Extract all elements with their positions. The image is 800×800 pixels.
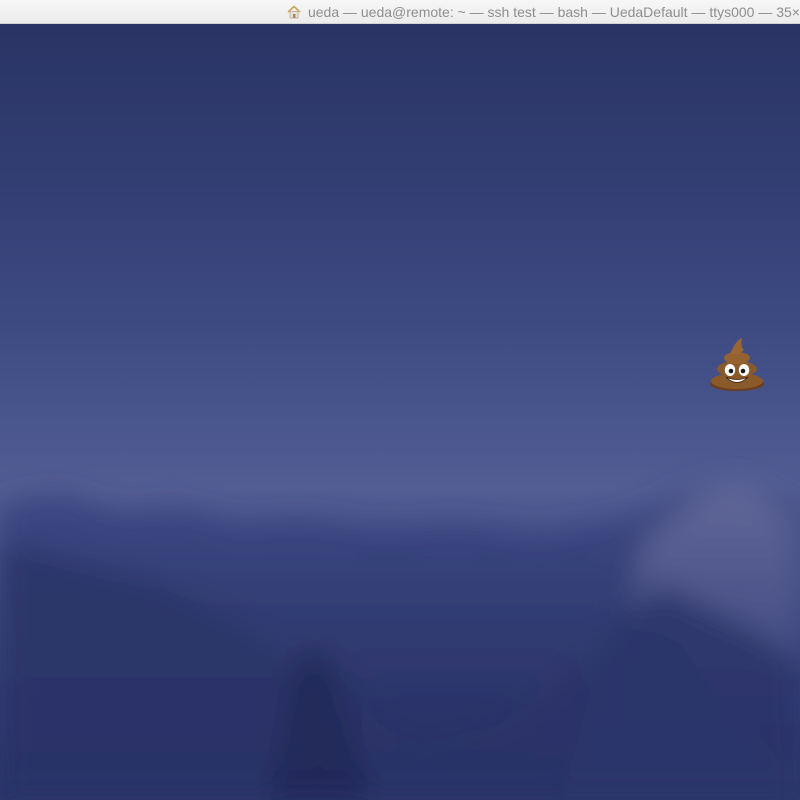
window-titlebar[interactable]: ueda — ueda@remote: ~ — ssh test — bash …	[0, 0, 800, 24]
terminal-content[interactable]	[0, 24, 800, 800]
terminal-window: ueda — ueda@remote: ~ — ssh test — bash …	[0, 0, 800, 800]
pile-of-poo-emoji	[710, 338, 764, 391]
window-title: ueda — ueda@remote: ~ — ssh test — bash …	[307, 4, 800, 20]
home-icon	[286, 4, 302, 20]
window-title-group: ueda — ueda@remote: ~ — ssh test — bash …	[286, 0, 800, 23]
mountain-background	[0, 484, 800, 800]
